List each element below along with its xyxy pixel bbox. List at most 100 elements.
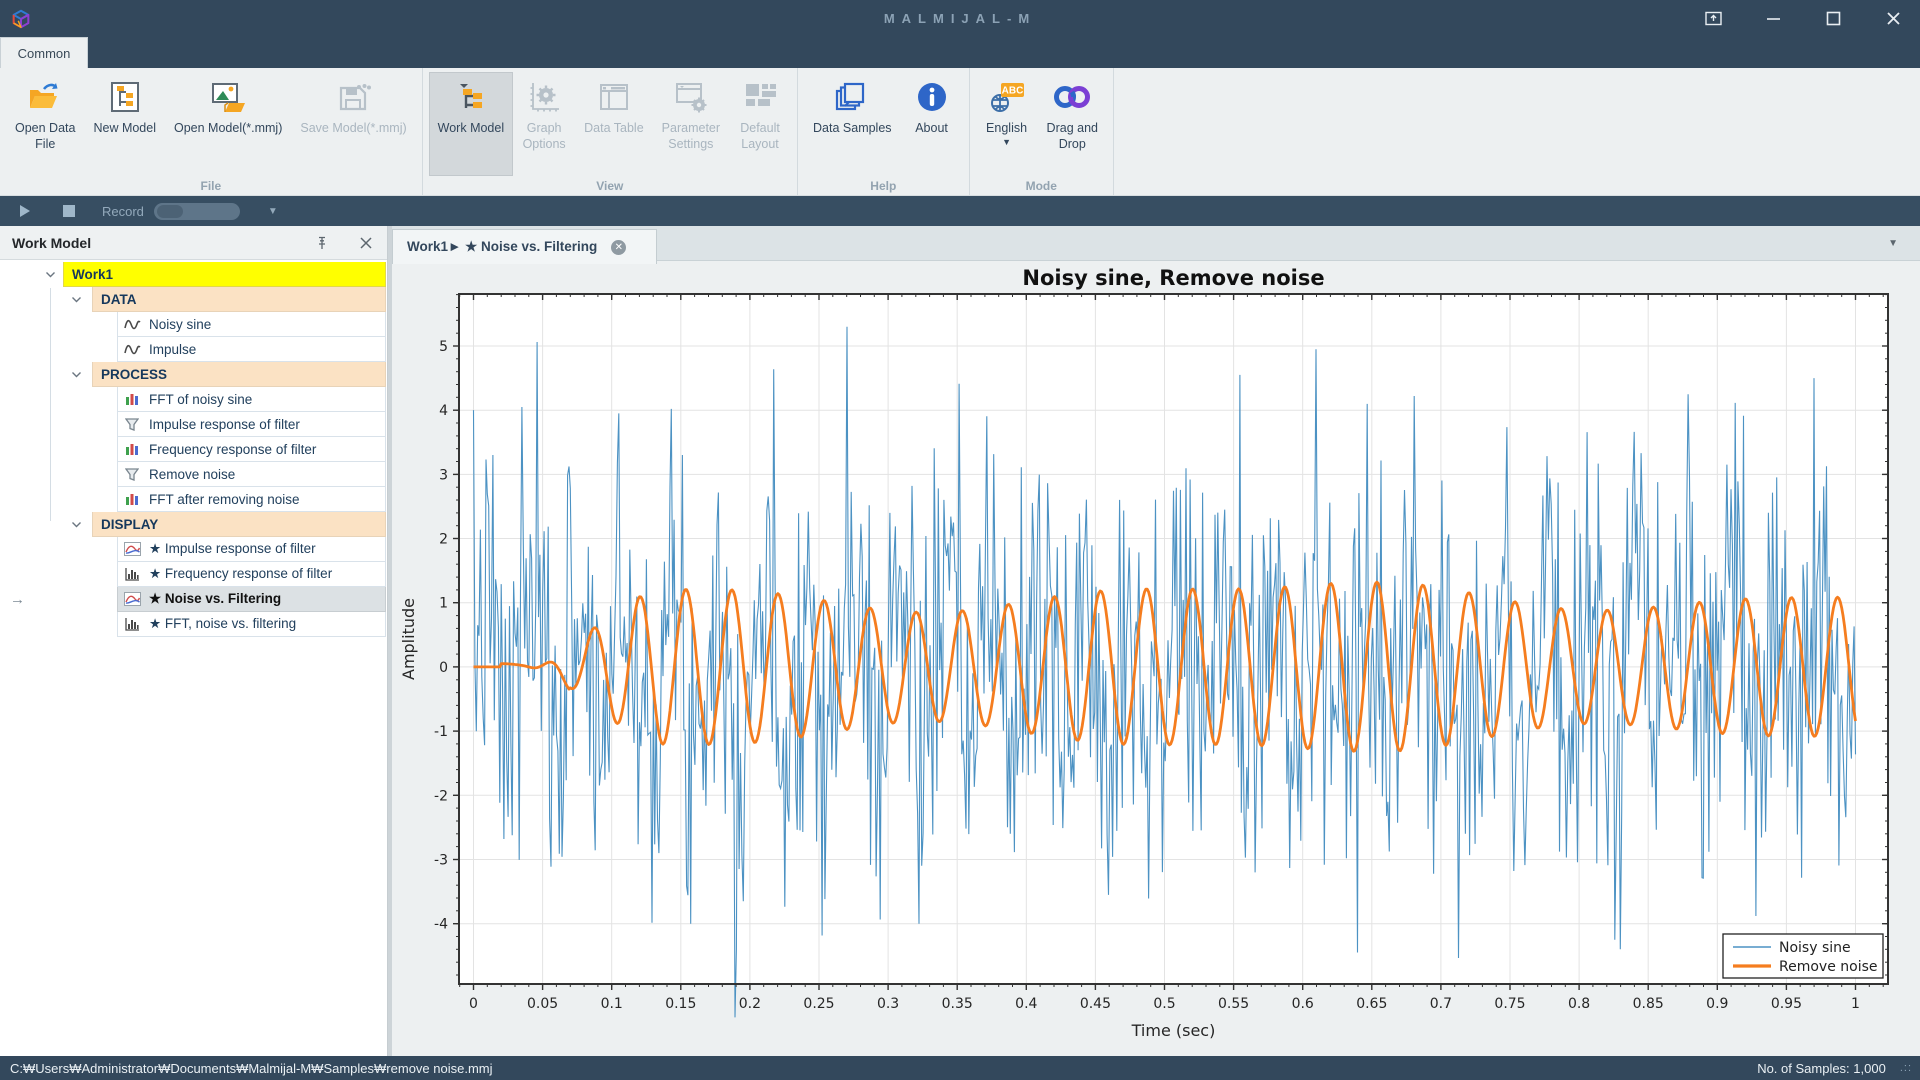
- save-model-mmj-button: Save Model(*.mmj): [291, 72, 415, 176]
- ribbon-group-label: View: [423, 179, 797, 193]
- about-button[interactable]: About: [901, 72, 963, 176]
- linechart-icon: [123, 541, 141, 557]
- tree-cell[interactable]: DATA: [92, 287, 386, 312]
- svg-text:0: 0: [469, 996, 478, 1012]
- ribbon-button-label: Graph Options: [523, 121, 566, 152]
- tree-section-process[interactable]: PROCESS: [0, 362, 387, 387]
- tree-item[interactable]: ★ Noise vs. Filtering→: [0, 587, 387, 612]
- panel-header: Work Model: [0, 226, 387, 260]
- tree-cell[interactable]: Impulse: [117, 337, 386, 362]
- tree-cell[interactable]: ★ FFT, noise vs. filtering: [117, 612, 386, 637]
- resize-grip-icon[interactable]: .::: [1900, 1062, 1912, 1074]
- tree-cell[interactable]: Impulse response of filter: [117, 412, 386, 437]
- chart-legend: Noisy sine Remove noise: [1723, 934, 1883, 978]
- maximize-button[interactable]: [1820, 6, 1846, 32]
- status-bar: C:₩Users₩Administrator₩Documents₩Malmija…: [0, 1056, 1920, 1080]
- tree-item[interactable]: Noisy sine: [0, 312, 387, 337]
- tree-item-label: Work1: [64, 267, 113, 282]
- svg-text:-1: -1: [434, 724, 448, 740]
- work-model-tree: Work1 DATANoisy sineImpulsePROCESS FFT of …: [0, 260, 387, 637]
- ribbon-toggle-button[interactable]: [1700, 6, 1726, 32]
- pin-icon[interactable]: [313, 234, 331, 252]
- expander-chevron-icon[interactable]: [68, 517, 84, 533]
- default-layout-button: Default Layout: [729, 72, 791, 176]
- tree-cell[interactable]: ★ Noise vs. Filtering: [117, 587, 386, 612]
- minimize-button[interactable]: [1760, 6, 1786, 32]
- tree-section-display[interactable]: DISPLAY: [0, 512, 387, 537]
- tree-item[interactable]: FFT of noisy sine: [0, 387, 387, 412]
- open-model-mmj-button[interactable]: Open Model(*.mmj): [165, 72, 291, 176]
- ribbon-button-label: Open Data File: [15, 121, 75, 152]
- open-data-file-icon: [27, 79, 63, 115]
- tree-cell[interactable]: PROCESS: [92, 362, 386, 387]
- tree-item[interactable]: ★ Impulse response of filter: [0, 537, 387, 562]
- tree-cell[interactable]: DISPLAY: [92, 512, 386, 537]
- work-model-button[interactable]: Work Model: [429, 72, 513, 176]
- tree-cell[interactable]: FFT after removing noise: [117, 487, 386, 512]
- drag-drop-icon: [1052, 79, 1092, 115]
- tree-item[interactable]: Impulse response of filter: [0, 412, 387, 437]
- tree-section-data[interactable]: DATA: [0, 287, 387, 312]
- document-tab-close-icon[interactable]: ✕: [611, 240, 626, 255]
- tree-item[interactable]: Remove noise: [0, 462, 387, 487]
- open-data-file-button[interactable]: Open Data File: [6, 72, 84, 176]
- stop-button[interactable]: [58, 200, 80, 222]
- chart-canvas[interactable]: Noisy sine, Remove noise 00.050.10.150.2…: [392, 261, 1920, 1056]
- svg-text:0.95: 0.95: [1771, 996, 1802, 1012]
- y-axis-label: Amplitude: [399, 598, 418, 680]
- tree-item[interactable]: Impulse: [0, 337, 387, 362]
- tree-root-work1[interactable]: Work1: [0, 262, 387, 287]
- x-axis-label: Time (sec): [1131, 1021, 1216, 1040]
- tree-item-label: ★ Noise vs. Filtering: [141, 591, 281, 607]
- english-icon: ABC: [989, 79, 1025, 115]
- ribbon: Open Data File New Model Open Model(*.mmj)…: [0, 68, 1920, 196]
- tree-cell[interactable]: Work1: [63, 262, 386, 287]
- new-model-button[interactable]: New Model: [84, 72, 165, 176]
- ribbon-group-label: Help: [798, 179, 969, 193]
- data-samples-button[interactable]: Data Samples: [804, 72, 901, 176]
- tree-cell[interactable]: FFT of noisy sine: [117, 387, 386, 412]
- tree-item-label: Frequency response of filter: [141, 442, 316, 457]
- ribbon-button-label: New Model: [93, 121, 156, 137]
- tree-cell[interactable]: ★ Impulse response of filter: [117, 537, 386, 562]
- bars-icon: [123, 391, 141, 407]
- panel-title: Work Model: [12, 235, 91, 251]
- tree-item[interactable]: Frequency response of filter: [0, 437, 387, 462]
- svg-text:0.2: 0.2: [739, 996, 761, 1012]
- ribbon-button-label: Parameter Settings: [662, 121, 720, 152]
- bars-icon: [123, 491, 141, 507]
- bars-icon: [123, 441, 141, 457]
- tree-item-label: ★ Impulse response of filter: [141, 541, 316, 557]
- expander-chevron-icon[interactable]: [68, 367, 84, 383]
- ribbon-tab-common[interactable]: Common: [0, 37, 88, 68]
- ribbon-button-label: Open Model(*.mmj): [174, 121, 282, 137]
- svg-text:0.75: 0.75: [1494, 996, 1525, 1012]
- tree-item[interactable]: ★ FFT, noise vs. filtering: [0, 612, 387, 637]
- histogram-icon: [123, 566, 141, 582]
- tree-item-label: FFT of noisy sine: [141, 392, 252, 407]
- tree-item[interactable]: FFT after removing noise: [0, 487, 387, 512]
- tab-list-caret-icon[interactable]: ▼: [1888, 238, 1898, 249]
- chart-svg: Noisy sine, Remove noise 00.050.10.150.2…: [392, 261, 1907, 1051]
- record-toggle[interactable]: [154, 203, 240, 220]
- ribbon-button-label: Data Table: [584, 121, 644, 137]
- tree-item-label: DISPLAY: [93, 517, 158, 532]
- panel-close-icon[interactable]: [357, 234, 375, 252]
- close-button[interactable]: [1880, 6, 1906, 32]
- svg-text:0.05: 0.05: [527, 996, 558, 1012]
- record-options-caret-icon[interactable]: ▼: [268, 206, 278, 217]
- document-area: Work1► ★ Noise vs. Filtering ✕ ▼ Noisy s…: [392, 226, 1920, 1056]
- drag-and-drop-button[interactable]: Drag and Drop: [1038, 72, 1107, 176]
- document-tab-label: Work1► ★ Noise vs. Filtering: [407, 239, 597, 255]
- tree-cell[interactable]: ★ Frequency response of filter: [117, 562, 386, 587]
- document-tab[interactable]: Work1► ★ Noise vs. Filtering ✕: [392, 229, 657, 264]
- tree-cell[interactable]: Frequency response of filter: [117, 437, 386, 462]
- expander-chevron-icon[interactable]: [42, 267, 58, 283]
- english-button[interactable]: ABCEnglish▼: [976, 72, 1038, 176]
- play-button[interactable]: [14, 200, 36, 222]
- tree-cell[interactable]: Remove noise: [117, 462, 386, 487]
- svg-text:Remove noise: Remove noise: [1779, 959, 1878, 975]
- tree-item[interactable]: ★ Frequency response of filter: [0, 562, 387, 587]
- expander-chevron-icon[interactable]: [68, 292, 84, 308]
- tree-cell[interactable]: Noisy sine: [117, 312, 386, 337]
